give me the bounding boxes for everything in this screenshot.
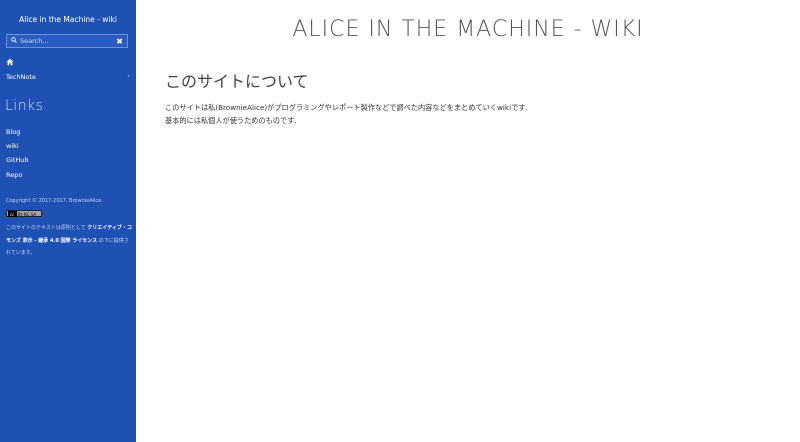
main-content: Alice in the Machine - wiki このサイトについて この… <box>136 0 800 442</box>
link-blog[interactable]: Blog <box>6 127 29 141</box>
search-input[interactable] <box>20 35 115 47</box>
site-title[interactable]: Alice in the Machine - wiki <box>0 15 136 24</box>
intro-paragraph: このサイトは私(BrownieAlice)がプログラミングやレポート製作などで調… <box>165 101 528 127</box>
cc-badge-label: BY-NC-SA <box>17 212 37 217</box>
page-title: Alice in the Machine - wiki <box>292 17 644 42</box>
license-prefix: このサイトのテキストは原則として <box>6 225 88 231</box>
copyright-text: Copyright © 2017-2017, BrownieAlice. <box>6 198 103 204</box>
chevron-right-icon: › <box>127 72 130 80</box>
link-github[interactable]: GitHub <box>6 155 29 169</box>
license-text: このサイトのテキストは原則として クリエイティブ・コモンズ 表示 - 継承 4.… <box>6 222 132 260</box>
link-repo[interactable]: Repo <box>6 170 29 184</box>
search-icon <box>11 37 17 43</box>
sidebar: Alice in the Machine - wiki ✖ TechNote ›… <box>0 0 136 442</box>
cc-license-badge[interactable]: cc BY-NC-SA <box>6 210 42 217</box>
link-wiki[interactable]: wiki <box>6 141 29 155</box>
cc-icon: cc <box>7 211 17 217</box>
intro-line-1: このサイトは私(BrownieAlice)がプログラミングやレポート製作などで調… <box>165 103 528 112</box>
clear-icon[interactable]: ✖ <box>116 36 123 47</box>
links-heading: Links <box>5 98 44 114</box>
sidebar-item-technote[interactable]: TechNote › <box>6 72 130 83</box>
search-box[interactable]: ✖ <box>6 34 128 48</box>
section-heading: このサイトについて <box>165 72 309 91</box>
intro-line-2: 基本的には私個人が使うためのものです. <box>165 116 297 125</box>
home-icon[interactable] <box>6 58 14 66</box>
links-list: Blog wiki GitHub Repo <box>6 127 29 184</box>
sidebar-item-label: TechNote <box>6 73 36 81</box>
